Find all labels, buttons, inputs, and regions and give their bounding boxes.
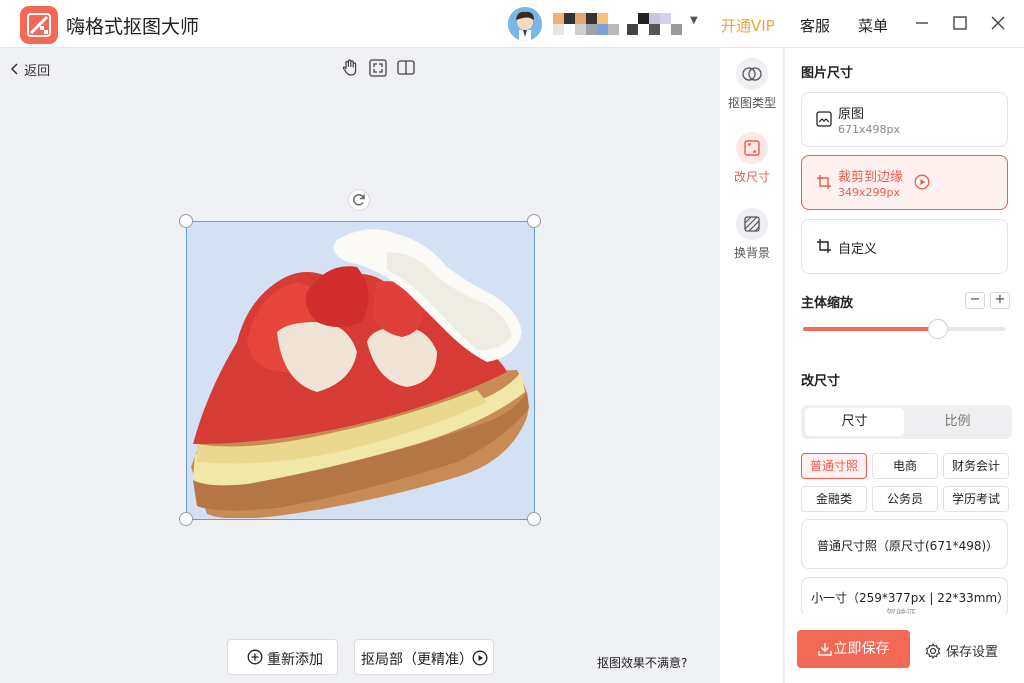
username-pixelated[interactable] [553, 12, 687, 36]
settings-panel: 图片尺寸 原图 671x498px 裁剪到边缘 349x299px 自定义 主体… [785, 48, 1024, 683]
plus-circle-icon [247, 649, 263, 669]
maximize-icon[interactable] [949, 12, 971, 34]
tab-size[interactable]: 尺寸 [805, 408, 904, 436]
category-education-exam[interactable]: 学历考试 [943, 486, 1009, 512]
tab-ratio[interactable]: 比例 [908, 408, 1007, 436]
category-normal-photo[interactable]: 普通寸照 [801, 453, 867, 479]
size-card-name: 原图 [838, 107, 865, 122]
preset-item[interactable]: 普通尺寸照（原尺寸(671*498)） [801, 519, 1008, 569]
resize-handle-bottom-right[interactable] [527, 512, 541, 526]
resize-handle-top-left[interactable] [179, 214, 193, 228]
category-finance[interactable]: 金融类 [801, 486, 867, 512]
app-logo [20, 6, 58, 44]
tool-background[interactable]: 换背景 [720, 208, 784, 261]
preset-label: 小一寸（259*377px | 22*33mm） [811, 591, 1008, 605]
play-circle-icon [472, 650, 488, 670]
size-card-original[interactable]: 原图 671x498px [801, 92, 1008, 147]
app-title: 嗨格式抠图大师 [66, 16, 200, 38]
tool-resize[interactable]: 改尺寸 [720, 132, 784, 185]
customer-service-button[interactable]: 客服 [800, 15, 830, 36]
canvas-toolbar [340, 58, 420, 80]
size-card-custom[interactable]: 自定义 [801, 219, 1008, 274]
size-card-dims: 349x299px [838, 186, 900, 199]
vip-button[interactable]: 开通VIP [721, 15, 775, 36]
minimize-icon[interactable] [911, 12, 933, 34]
chevron-left-icon [10, 63, 20, 79]
tool-cutout-type[interactable]: 抠图类型 [720, 58, 784, 111]
cutout-type-icon [736, 58, 768, 90]
tool-rail: 抠图类型 改尺寸 换背景 [720, 48, 784, 683]
category-civil-servant[interactable]: 公务员 [872, 486, 938, 512]
resize-handle-bottom-left[interactable] [179, 512, 193, 526]
category-accounting[interactable]: 财务会计 [943, 453, 1009, 479]
menu-button[interactable]: 菜单 [858, 15, 888, 36]
size-card-name: 裁剪到边缘 [838, 170, 904, 185]
crop-icon [816, 238, 834, 256]
tool-background-label: 换背景 [733, 246, 770, 260]
cutout-local-label: 抠局部（更精准） [361, 652, 473, 668]
size-card-crop-edge[interactable]: 裁剪到边缘 349x299px [801, 155, 1008, 210]
zoom-slider-fill [803, 327, 939, 331]
canvas-area: 返回 重新添加 抠局部（更精准） 抠图效果不满意? [0, 48, 720, 683]
hand-pan-icon[interactable] [340, 58, 360, 78]
category-ecommerce[interactable]: 电商 [872, 453, 938, 479]
zoom-minus-button[interactable]: − [965, 292, 985, 309]
tool-cutout-type-label: 抠图类型 [727, 96, 776, 110]
resize-handle-top-right[interactable] [527, 214, 541, 228]
unsatisfied-link[interactable]: 抠图效果不满意? [597, 654, 687, 671]
close-icon[interactable] [987, 12, 1009, 34]
size-ratio-tabs: 尺寸 比例 [801, 405, 1012, 439]
save-settings-button[interactable]: 保存设置 [925, 641, 998, 663]
preset-label: 普通尺寸照（原尺寸(671*498)） [817, 539, 999, 553]
download-icon [817, 642, 832, 656]
back-button[interactable]: 返回 [10, 60, 50, 79]
zoom-slider[interactable] [803, 319, 1005, 339]
save-now-label: 立即保存 [833, 641, 890, 657]
background-icon [736, 208, 768, 240]
compare-icon[interactable] [396, 58, 416, 78]
account-dropdown-icon[interactable]: ▼ [690, 15, 698, 26]
cutout-image-frame[interactable] [179, 214, 541, 526]
resize-title: 改尺寸 [801, 374, 841, 389]
size-card-dims: 671x498px [838, 123, 900, 136]
zoom-plus-button[interactable]: + [990, 292, 1010, 309]
resize-icon [736, 132, 768, 164]
image-size-title: 图片尺寸 [801, 66, 854, 81]
fit-screen-icon[interactable] [368, 58, 388, 78]
cutout-local-button[interactable]: 抠局部（更精准） [354, 639, 494, 675]
gear-icon [925, 642, 941, 663]
readd-button[interactable]: 重新添加 [227, 639, 338, 675]
title-bar: 嗨格式抠图大师 ▼ 开通VIP 客服 菜单 [0, 0, 1024, 48]
play-circle-icon[interactable] [914, 174, 930, 194]
readd-label: 重新添加 [267, 652, 323, 668]
panel-footer: 立即保存 保存设置 [785, 614, 1024, 683]
size-card-name: 自定义 [838, 242, 878, 257]
save-settings-label: 保存设置 [946, 645, 999, 660]
image-icon [816, 111, 834, 129]
tool-resize-label: 改尺寸 [733, 170, 770, 184]
back-label: 返回 [24, 64, 51, 79]
zoom-slider-thumb[interactable] [928, 319, 949, 339]
cake-cutout-image [191, 229, 529, 518]
zoom-title: 主体缩放 [801, 296, 854, 311]
rotate-icon[interactable] [348, 189, 370, 211]
save-now-button[interactable]: 立即保存 [797, 630, 910, 668]
crop-icon [816, 174, 834, 192]
preset-item[interactable]: 小一寸（259*377px | 22*33mm） 驾驶证 [801, 577, 1008, 617]
user-avatar[interactable] [508, 7, 542, 41]
